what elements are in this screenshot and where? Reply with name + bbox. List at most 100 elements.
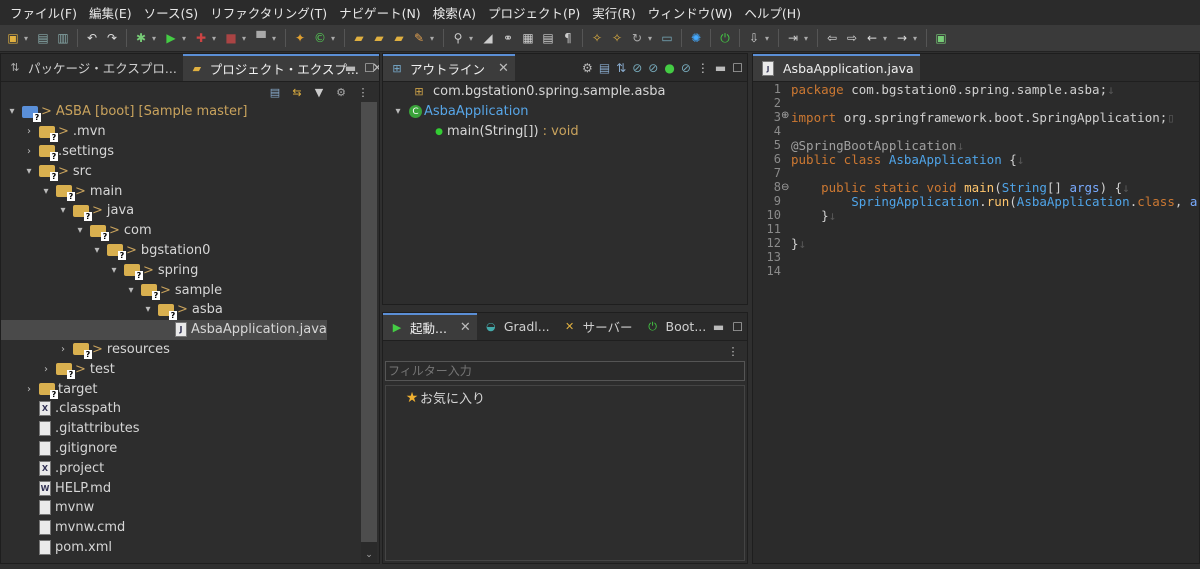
open-perspective-icon[interactable]: ▣ — [932, 29, 950, 47]
hide-fields-icon[interactable]: ⚙ — [582, 61, 593, 75]
dropdown-arrow-icon[interactable]: ▾ — [152, 34, 160, 43]
dropdown-arrow-icon[interactable]: ▾ — [913, 34, 921, 43]
tree-item[interactable]: ▾ >java — [1, 201, 357, 221]
tree-item[interactable]: › >resources — [1, 340, 357, 360]
tree-item[interactable]: .gitignore — [1, 439, 357, 459]
hide-nonpublic-icon[interactable]: ⊘ — [648, 61, 658, 75]
outline-class-row[interactable]: ▾ C AsbaApplication — [391, 102, 528, 122]
dropdown-arrow-icon[interactable]: ▾ — [24, 34, 32, 43]
search-icon[interactable]: ⚲ — [449, 29, 467, 47]
tab-package-explorer[interactable]: ⇅ パッケージ・エクスプロ... — [1, 54, 183, 81]
menu-item[interactable]: ナビゲート(N) — [333, 3, 427, 22]
tree-item[interactable]: mvnw.cmd — [1, 518, 357, 538]
stop-icon[interactable]: ■ — [222, 29, 240, 47]
menu-item[interactable]: ウィンドウ(W) — [642, 3, 739, 22]
more-icon[interactable]: ⋮ — [355, 84, 371, 100]
dropdown-arrow-icon[interactable]: ▾ — [883, 34, 891, 43]
hide-local-icon[interactable]: ● — [664, 61, 674, 75]
terminal-icon[interactable]: ▀ — [252, 29, 270, 47]
more-icon[interactable]: ⋮ — [725, 343, 741, 359]
view-menu-icon[interactable]: ⚙ — [333, 84, 349, 100]
menu-item[interactable]: 実行(R) — [586, 3, 641, 22]
more-icon[interactable]: ⋮ — [697, 61, 709, 75]
power-icon[interactable]: ⏻ — [716, 29, 734, 47]
collapse-icon[interactable]: ▾ — [90, 245, 104, 256]
collapse-icon[interactable]: ▾ — [56, 205, 70, 216]
tree-item[interactable]: ▾ >com — [1, 221, 357, 241]
scrollbar[interactable]: ⌄ — [361, 102, 377, 563]
tree-item[interactable]: › .settings — [1, 142, 357, 162]
collapse-icon[interactable]: ▾ — [39, 186, 53, 197]
tree-item[interactable]: › target — [1, 379, 357, 400]
expand-icon[interactable]: › — [22, 146, 36, 157]
dropdown-arrow-icon[interactable]: ▾ — [430, 34, 438, 43]
tree-item[interactable]: ▾ >asba — [1, 300, 357, 320]
back-icon[interactable]: ← — [863, 29, 881, 47]
dropdown-arrow-icon[interactable]: ▾ — [212, 34, 220, 43]
tab-gradle[interactable]: ◒ Gradl... — [477, 313, 556, 340]
forward-icon[interactable]: → — [893, 29, 911, 47]
dropdown-arrow-icon[interactable]: ▾ — [272, 34, 280, 43]
hide-static-icon[interactable]: ⊘ — [632, 61, 642, 75]
tree-item[interactable]: .gitattributes — [1, 419, 357, 439]
tree-item[interactable]: ▾ >bgstation0 — [1, 241, 357, 261]
tree-item[interactable]: ▾ >src — [1, 161, 357, 182]
favorites-row[interactable]: ★ お気に入り — [404, 388, 485, 408]
scrollbar-thumb[interactable] — [361, 102, 377, 542]
minimize-icon[interactable]: ▬ — [345, 61, 356, 75]
maximize-icon[interactable]: ☐ — [732, 320, 743, 334]
collapse-icon[interactable]: ▤ — [599, 61, 610, 75]
tab-servers[interactable]: ✕ サーバー — [556, 313, 639, 340]
save-icon[interactable]: ▤ — [34, 29, 52, 47]
outline-package-row[interactable]: ⊞ com.bgstation0.spring.sample.asba — [411, 82, 665, 102]
settings-icon[interactable]: ✺ — [687, 29, 705, 47]
link-icon[interactable]: ⚭ — [499, 29, 517, 47]
fold-icon[interactable]: ⊖ — [781, 182, 789, 193]
new-java-project-icon[interactable]: ✦ — [291, 29, 309, 47]
toggle-mark-icon[interactable]: ✧ — [588, 29, 606, 47]
tree-item[interactable]: mvnw — [1, 498, 357, 518]
menu-item[interactable]: プロジェクト(P) — [482, 3, 586, 22]
spring-icon[interactable]: ✧ — [608, 29, 626, 47]
collapse-icon[interactable]: ▾ — [5, 106, 19, 117]
expand-icon[interactable]: › — [56, 344, 70, 355]
fold-icon[interactable]: ⊕ — [781, 110, 789, 121]
collapse-icon[interactable]: ▾ — [124, 285, 138, 296]
last-edit-icon[interactable]: ⇥ — [784, 29, 802, 47]
tree-item[interactable]: ▾ >sample — [1, 280, 357, 301]
expand-icon[interactable]: ▾ — [391, 106, 405, 117]
menu-item[interactable]: 編集(E) — [83, 3, 138, 22]
code-area[interactable]: 1 2 3 4 5 6 7 8 9 10 11 12 13 14 ⊕ ⊖ package com.bgst… — [753, 82, 1199, 563]
tree-item[interactable]: › >test — [1, 359, 357, 380]
dropdown-arrow-icon[interactable]: ▾ — [182, 34, 190, 43]
open-resource-icon[interactable]: ▰ — [390, 29, 408, 47]
expand-icon[interactable]: › — [22, 126, 36, 137]
outline-method-row[interactable]: ● main(String[]) : void — [431, 122, 579, 142]
brush-icon[interactable]: ✎ — [410, 29, 428, 47]
hide-types-icon[interactable]: ⊘ — [681, 61, 691, 75]
collapse-icon[interactable]: ▾ — [22, 166, 36, 177]
link-with-editor-icon[interactable]: ⇆ — [289, 84, 305, 100]
coverage-icon[interactable]: ✚ — [192, 29, 210, 47]
filter-icon[interactable]: ▼ — [311, 84, 327, 100]
tab-editor-file[interactable]: J AsbaApplication.java — [753, 54, 920, 81]
tree-item[interactable]: J AsbaApplication.java — [1, 319, 327, 340]
tree-item[interactable]: ▾ >ASBA [boot] [Sample master] — [1, 102, 357, 122]
tree-item[interactable]: X .classpath — [1, 399, 357, 419]
tree-item[interactable]: pom.xml — [1, 538, 357, 558]
tab-boot[interactable]: ⏻ Boot... — [639, 313, 713, 340]
sort-icon[interactable]: ⇅ — [616, 61, 626, 75]
list-icon[interactable]: ▤ — [539, 29, 557, 47]
open-folder-icon[interactable]: ▰ — [370, 29, 388, 47]
tab-launch[interactable]: ▶ 起動... ✕ — [383, 313, 477, 340]
scroll-down-icon[interactable]: ⌄ — [361, 550, 377, 563]
refresh-icon[interactable]: ↻ — [628, 29, 646, 47]
minimize-icon[interactable]: ▬ — [713, 320, 724, 334]
pilcrow-icon[interactable]: ¶ — [559, 29, 577, 47]
minimize-icon[interactable]: ▬ — [715, 61, 726, 75]
dropdown-arrow-icon[interactable]: ▾ — [804, 34, 812, 43]
menu-item[interactable]: ソース(S) — [138, 3, 205, 22]
filter-input[interactable] — [385, 361, 745, 381]
dropdown-arrow-icon[interactable]: ▾ — [242, 34, 250, 43]
tree-item[interactable]: ▾ >spring — [1, 260, 357, 281]
